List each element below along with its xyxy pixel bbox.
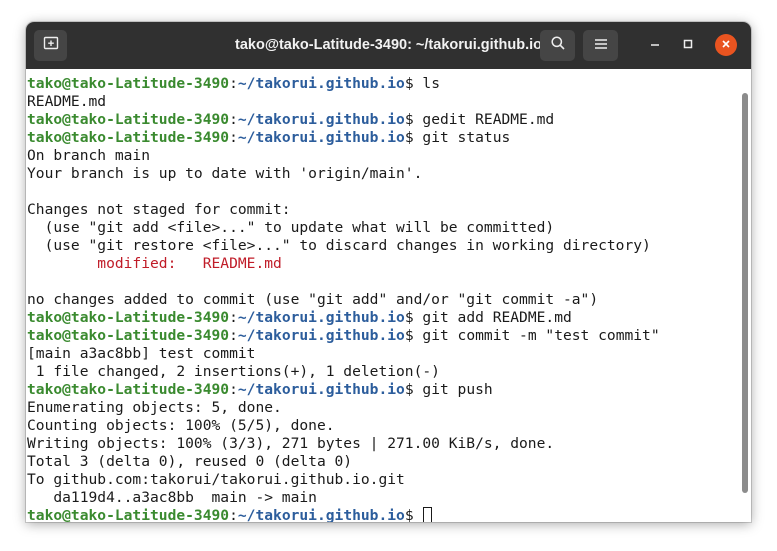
prompt-symbol: $ [404, 111, 423, 128]
prompt-path: ~/takorui.github.io [237, 111, 405, 128]
prompt-user-host: tako@tako-Latitude-3490 [27, 129, 230, 146]
output-line: README.md [27, 93, 660, 111]
prompt-symbol: $ [404, 309, 423, 326]
output-line: 1 file changed, 2 insertions(+), 1 delet… [27, 363, 660, 381]
output-line: [main a3ac8bb] test commit [27, 345, 660, 363]
prompt-symbol: $ [404, 129, 423, 146]
prompt-separator: : [229, 75, 238, 92]
output-line: (use "git add <file>..." to update what … [27, 219, 660, 237]
output-text: no changes added to commit (use "git add… [27, 291, 599, 308]
prompt-separator: : [229, 309, 238, 326]
output-line: Total 3 (delta 0), reused 0 (delta 0) [27, 453, 660, 471]
new-tab-icon [43, 35, 59, 56]
prompt-line: tako@tako-Latitude-3490:~/takorui.github… [27, 75, 660, 93]
title-bar[interactable]: tako@tako-Latitude-3490: ~/takorui.githu… [26, 22, 751, 69]
output-text: README.md [27, 93, 107, 110]
prompt-separator: : [229, 507, 238, 522]
output-text: Enumerating objects: 5, done. [27, 399, 282, 416]
prompt-path: ~/takorui.github.io [237, 75, 405, 92]
command-text: git push [422, 381, 493, 398]
output-line: Writing objects: 100% (3/3), 271 bytes |… [27, 435, 660, 453]
maximize-icon [683, 36, 693, 54]
command-text: ls [422, 75, 440, 92]
output-line: (use "git restore <file>..." to discard … [27, 237, 660, 255]
prompt-user-host: tako@tako-Latitude-3490 [27, 111, 230, 128]
prompt-path: ~/takorui.github.io [237, 507, 405, 522]
command-text: git commit -m "test commit" [422, 327, 660, 344]
close-button[interactable] [715, 34, 737, 56]
output-line: To github.com:takorui/takorui.github.io.… [27, 471, 660, 489]
scrollbar-thumb[interactable] [742, 93, 748, 493]
output-text: Changes not staged for commit: [27, 201, 291, 218]
prompt-symbol: $ [404, 327, 423, 344]
output-line: On branch main [27, 147, 660, 165]
window-title: tako@tako-Latitude-3490: ~/takorui.githu… [235, 37, 542, 53]
output-text: Total 3 (delta 0), reused 0 (delta 0) [27, 453, 353, 470]
prompt-user-host: tako@tako-Latitude-3490 [27, 381, 230, 398]
prompt-path: ~/takorui.github.io [237, 381, 405, 398]
prompt-symbol: $ [404, 75, 423, 92]
text-cursor [423, 507, 433, 522]
prompt-separator: : [229, 381, 238, 398]
prompt-user-host: tako@tako-Latitude-3490 [27, 75, 230, 92]
hamburger-menu-icon [594, 37, 608, 55]
output-text: On branch main [27, 147, 151, 164]
prompt-line: tako@tako-Latitude-3490:~/takorui.github… [27, 111, 660, 129]
output-line: da119d4..a3ac8bb main -> main [27, 489, 660, 507]
prompt-line: tako@tako-Latitude-3490:~/takorui.github… [27, 381, 660, 399]
modified-file-line: modified: README.md [27, 255, 660, 273]
output-text: Counting objects: 100% (5/5), done. [27, 417, 335, 434]
prompt-user-host: tako@tako-Latitude-3490 [27, 309, 230, 326]
maximize-button[interactable] [677, 34, 699, 56]
search-button[interactable] [540, 30, 575, 61]
prompt-separator: : [229, 327, 238, 344]
command-text: gedit README.md [422, 111, 555, 128]
output-text: (use "git add <file>..." to update what … [27, 219, 555, 236]
prompt-path: ~/takorui.github.io [237, 309, 405, 326]
prompt-path: ~/takorui.github.io [237, 129, 405, 146]
terminal-lines: tako@tako-Latitude-3490:~/takorui.github… [27, 75, 660, 522]
prompt-line: tako@tako-Latitude-3490:~/takorui.github… [27, 507, 660, 522]
command-text: git status [422, 129, 511, 146]
prompt-separator: : [229, 129, 238, 146]
prompt-line: tako@tako-Latitude-3490:~/takorui.github… [27, 309, 660, 327]
prompt-user-host: tako@tako-Latitude-3490 [27, 327, 230, 344]
search-icon [550, 35, 566, 56]
output-text: modified: README.md [27, 255, 282, 272]
prompt-line: tako@tako-Latitude-3490:~/takorui.github… [27, 129, 660, 147]
minimize-button[interactable] [644, 34, 666, 56]
terminal-window: tako@tako-Latitude-3490: ~/takorui.githu… [26, 22, 751, 522]
output-line: Your branch is up to date with 'origin/m… [27, 165, 660, 183]
output-text: Writing objects: 100% (3/3), 271 bytes |… [27, 435, 555, 452]
output-text: To github.com:takorui/takorui.github.io.… [27, 471, 405, 488]
prompt-symbol: $ [404, 381, 423, 398]
output-line: Enumerating objects: 5, done. [27, 399, 660, 417]
new-tab-button[interactable] [34, 30, 67, 61]
minimize-icon [650, 36, 660, 54]
output-text: Your branch is up to date with 'origin/m… [27, 165, 423, 182]
output-text: 1 file changed, 2 insertions(+), 1 delet… [27, 363, 440, 380]
output-line: no changes added to commit (use "git add… [27, 291, 660, 309]
prompt-symbol: $ [404, 507, 423, 522]
prompt-line: tako@tako-Latitude-3490:~/takorui.github… [27, 327, 660, 345]
close-icon [721, 36, 731, 54]
prompt-separator: : [229, 111, 238, 128]
output-text: da119d4..a3ac8bb main -> main [27, 489, 317, 506]
scrollbar[interactable] [737, 69, 751, 522]
prompt-path: ~/takorui.github.io [237, 327, 405, 344]
output-text: [main a3ac8bb] test commit [27, 345, 256, 362]
terminal-output[interactable]: tako@tako-Latitude-3490:~/takorui.github… [26, 69, 751, 522]
menu-button[interactable] [583, 30, 618, 61]
prompt-user-host: tako@tako-Latitude-3490 [27, 507, 230, 522]
output-line: Counting objects: 100% (5/5), done. [27, 417, 660, 435]
output-line: Changes not staged for commit: [27, 201, 660, 219]
output-text: (use "git restore <file>..." to discard … [27, 237, 651, 254]
command-text: git add README.md [422, 309, 572, 326]
